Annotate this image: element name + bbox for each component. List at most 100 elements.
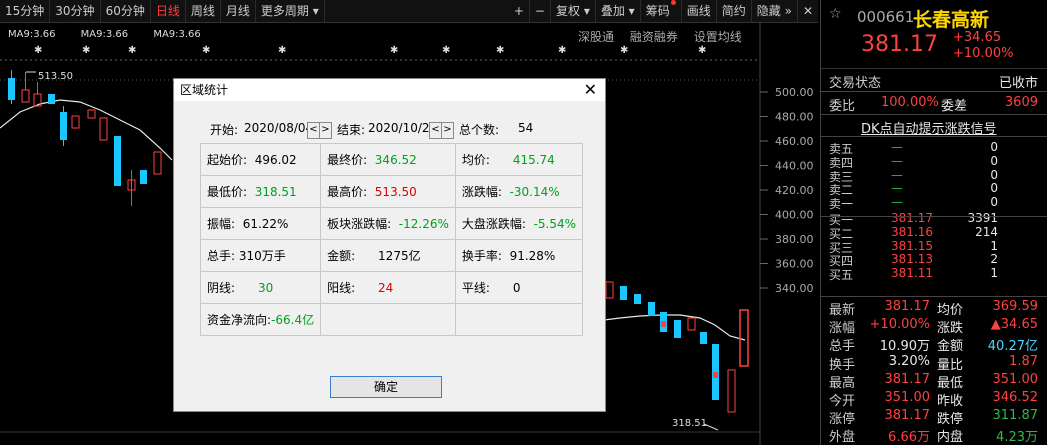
stat-cell: 总手: 310万手 bbox=[199, 239, 322, 272]
stat-cell: 最高价: 513.50 bbox=[320, 175, 456, 208]
stat-value: 351.00 bbox=[884, 390, 931, 405]
stat-cell: 最低价: 318.51 bbox=[199, 175, 322, 208]
stat-cell: 资金净流向:-66.4亿 bbox=[199, 303, 322, 336]
table-row: 阴线: 30 阳线: 24 平线: 0 bbox=[199, 271, 584, 304]
bid-row: 买一 381.17 3391 bbox=[821, 211, 1047, 227]
stat-cell: 阴线: 30 bbox=[199, 271, 322, 304]
draw-line-button[interactable]: 画线 bbox=[682, 0, 717, 22]
stat-value: 369.59 bbox=[992, 299, 1039, 314]
stat-value: 381.17 bbox=[884, 408, 931, 424]
tab-monthly[interactable]: 月线 bbox=[221, 0, 256, 22]
overlay-button[interactable]: 叠加 ▾ bbox=[596, 0, 641, 22]
stat-cell: 最终价: 346.52 bbox=[320, 143, 456, 176]
tab-60min[interactable]: 60分钟 bbox=[101, 0, 151, 22]
stat-cell bbox=[454, 303, 584, 336]
stat-cell: 板块涨跌幅: -12.26% bbox=[320, 207, 456, 240]
stat-label: 涨幅 bbox=[829, 321, 856, 337]
simple-button[interactable]: 简约 bbox=[717, 0, 752, 22]
stat-value: 311.87 bbox=[992, 408, 1039, 424]
stat-value: 346.52 bbox=[992, 390, 1039, 405]
star-icon[interactable]: ☆ bbox=[829, 6, 842, 22]
price-tick-label: 420.00 bbox=[775, 184, 814, 197]
notification-dot bbox=[670, 0, 676, 5]
zoom-in-button[interactable]: + bbox=[509, 0, 530, 22]
stat-value: 6.66万 bbox=[888, 430, 930, 445]
hide-button[interactable]: 隐藏 » bbox=[752, 0, 798, 22]
price-tick-label: 440.00 bbox=[775, 160, 814, 173]
stat-label: 外盘 bbox=[829, 430, 856, 445]
level-volume: 0 bbox=[990, 167, 998, 182]
bid-row: 买三 381.15 1 bbox=[821, 238, 1047, 255]
stat-cell: 金额: 1275亿 bbox=[320, 239, 456, 272]
adjust-label: 复权 bbox=[555, 4, 580, 18]
bid-row: 买五 381.11 1 bbox=[821, 266, 1047, 283]
start-label: 开始: bbox=[210, 123, 239, 137]
table-row: 最低价: 318.51 最高价: 513.50 涨跌幅: -30.14% bbox=[199, 175, 584, 208]
start-next-button[interactable]: > bbox=[319, 122, 332, 139]
start-date: 2020/08/04 bbox=[244, 121, 314, 135]
zoom-out-button[interactable]: − bbox=[530, 0, 551, 22]
end-next-button[interactable]: > bbox=[441, 122, 454, 139]
stat-row: 总手 10.90万 金额 40.27亿 bbox=[821, 335, 1047, 355]
stat-cell: 涨跌幅: -30.14% bbox=[454, 175, 584, 208]
chevron-down-icon: ▾ bbox=[312, 4, 319, 18]
stat-label: 换手 bbox=[829, 357, 856, 373]
stat-cell: 阳线: 24 bbox=[320, 271, 456, 304]
stat-row: 换手 3.20% 量比 1.87 bbox=[821, 354, 1047, 373]
ask-row: 卖一 — 0 bbox=[821, 195, 1047, 212]
ask-row: 卖二 — 0 bbox=[821, 181, 1047, 197]
level-price: 381.13 bbox=[891, 252, 933, 267]
stat-value: +10.00% bbox=[869, 317, 930, 333]
tab-daily[interactable]: 日线 bbox=[151, 0, 186, 22]
bid-row: 买二 381.16 214 bbox=[821, 224, 1047, 241]
stat-row: 涨停 381.17 跌停 311.87 bbox=[821, 408, 1047, 427]
stat-value: 4.23万 bbox=[996, 430, 1038, 445]
level-volume: 2 bbox=[990, 252, 998, 267]
stat-value: 40.27亿 bbox=[987, 339, 1038, 355]
close-icon[interactable]: ✕ bbox=[798, 0, 818, 22]
price-change: +34.65 bbox=[953, 30, 1002, 45]
last-price: 381.17 bbox=[861, 32, 938, 57]
stat-label: 金额 bbox=[937, 339, 964, 355]
tab-30min[interactable]: 30分钟 bbox=[50, 0, 101, 22]
level-price: — bbox=[891, 140, 903, 154]
tab-weekly[interactable]: 周线 bbox=[186, 0, 221, 22]
price-tick-label: 500.00 bbox=[775, 86, 814, 99]
chips-button[interactable]: 筹码 bbox=[641, 0, 682, 22]
price-tick-label: 360.00 bbox=[775, 258, 814, 271]
stat-row: 最高 381.17 最低 351.00 bbox=[821, 371, 1047, 391]
stat-row: 今开 351.00 昨收 346.52 bbox=[821, 390, 1047, 409]
ask-row: 卖四 — 0 bbox=[821, 153, 1047, 170]
level-label: 买五 bbox=[829, 268, 854, 283]
stat-row: 涨幅 +10.00% 涨跌 ▲34.65 bbox=[821, 317, 1047, 337]
stat-value: 351.00 bbox=[992, 371, 1039, 387]
adjust-button[interactable]: 复权 ▾ bbox=[551, 0, 596, 22]
level-volume: 1 bbox=[990, 266, 998, 281]
price-tick-label: 340.00 bbox=[775, 282, 814, 295]
stock-code: 000661 bbox=[857, 8, 915, 26]
level-label: 卖一 bbox=[829, 197, 854, 212]
quote-panel: ☆ 000661 长春高新 381.17 +34.65 +10.00% 交易状态… bbox=[820, 0, 1047, 445]
close-icon[interactable]: ✕ bbox=[584, 80, 597, 99]
collapse-icon: » bbox=[784, 4, 792, 18]
ask-row: 卖五 — 0 bbox=[821, 140, 1047, 156]
level-volume: 0 bbox=[990, 181, 998, 196]
level-price: 381.15 bbox=[891, 238, 933, 253]
stats-table: 起始价: 496.02 最终价: 346.52 均价: 415.74 最低价: … bbox=[199, 143, 584, 336]
stat-value: 381.17 bbox=[884, 299, 931, 314]
overlay-label: 叠加 bbox=[600, 4, 625, 18]
count-label: 总个数: bbox=[459, 123, 500, 137]
stat-value: 10.90万 bbox=[879, 339, 930, 355]
high-label: 513.50 bbox=[38, 71, 73, 82]
quote-header: ☆ 000661 长春高新 381.17 +34.65 +10.00% bbox=[821, 0, 1047, 69]
level-price: 381.16 bbox=[891, 224, 933, 239]
stat-row: 最新 381.17 均价 369.59 bbox=[821, 299, 1047, 318]
level-price: — bbox=[891, 153, 903, 168]
tab-15min[interactable]: 15分钟 bbox=[0, 0, 51, 22]
table-row: 振幅: 61.22% 板块涨跌幅: -12.26% 大盘涨跌幅: -5.54% bbox=[199, 207, 584, 240]
dk-signal-link[interactable]: DK点自动提示涨跌信号 bbox=[861, 118, 997, 137]
level-volume: 0 bbox=[990, 153, 998, 168]
ok-button[interactable]: 确定 bbox=[330, 376, 442, 398]
stat-value: 381.17 bbox=[884, 371, 931, 387]
tab-more-periods[interactable]: 更多周期 ▾ bbox=[256, 0, 325, 22]
